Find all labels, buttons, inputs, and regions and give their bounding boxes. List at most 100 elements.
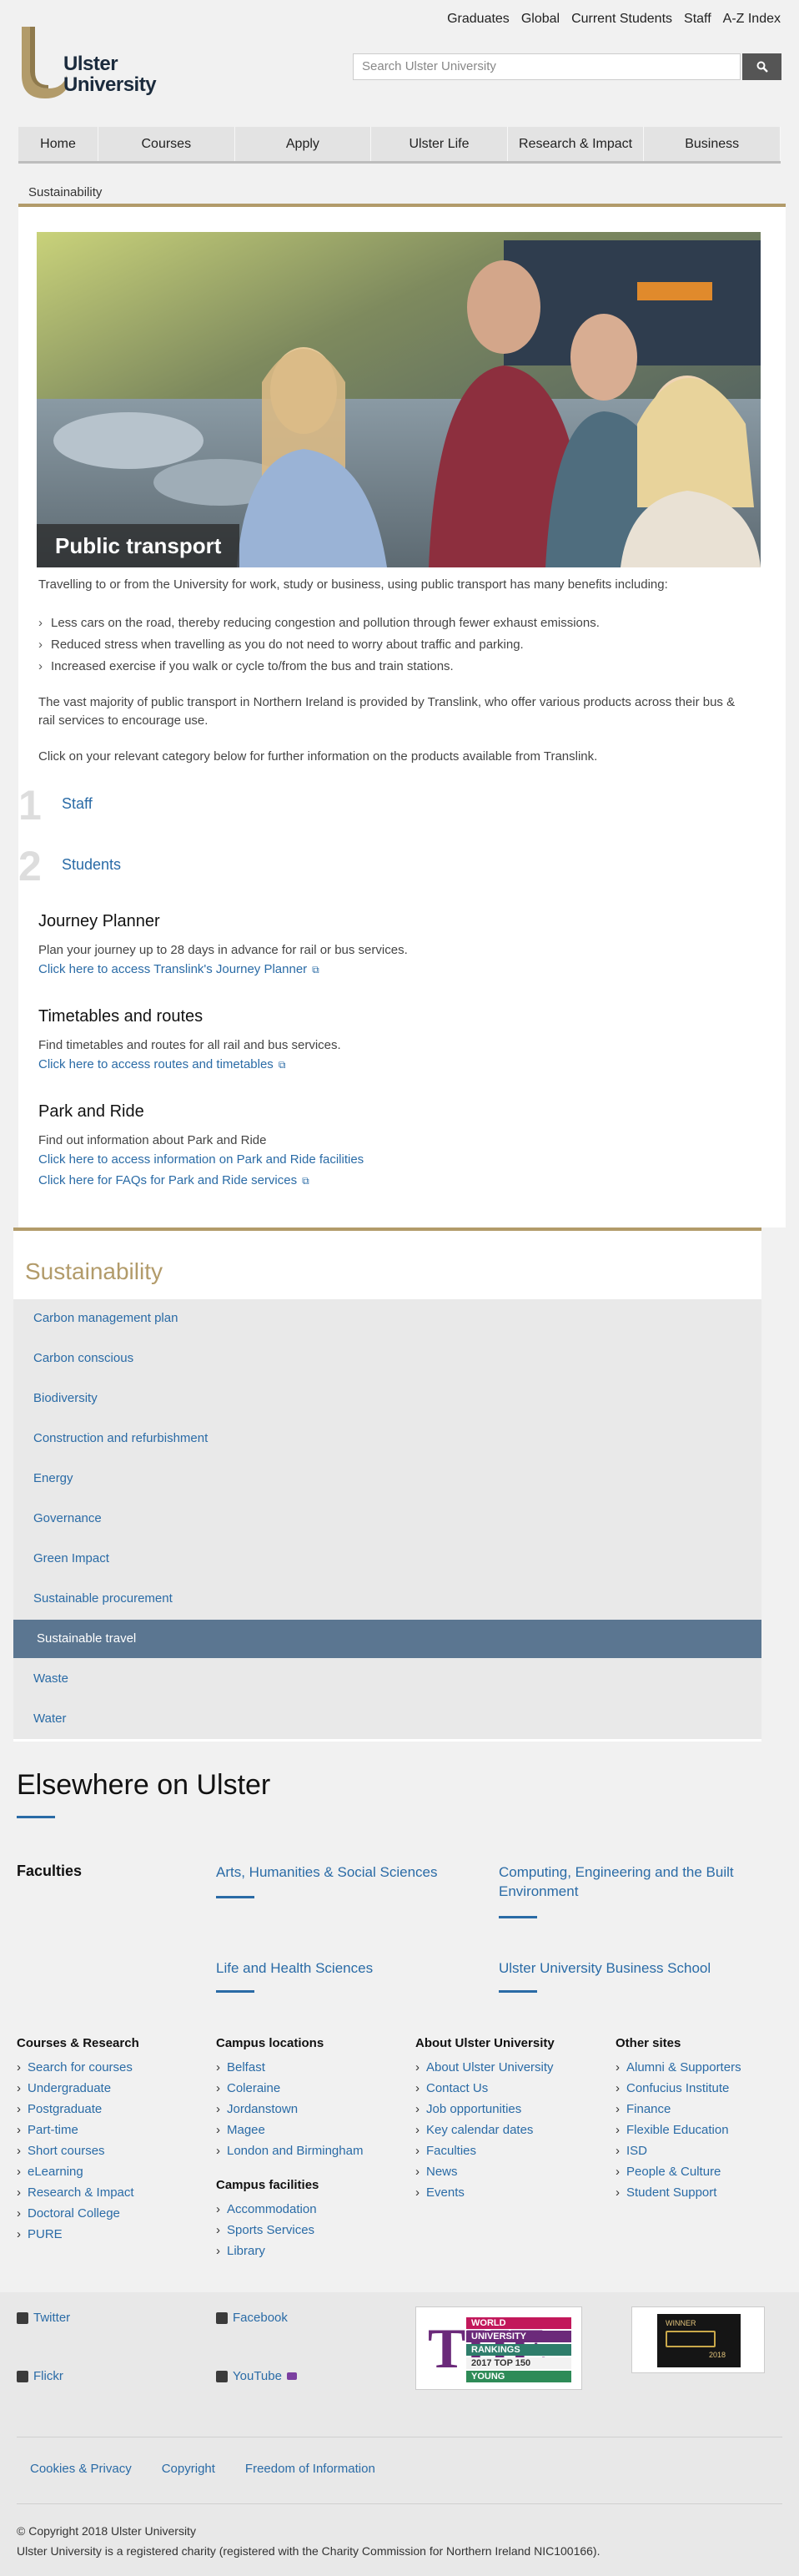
list-item[interactable]: Research & Impact [17, 2182, 134, 2203]
list-item[interactable]: Part-time [17, 2120, 134, 2140]
nav-apply[interactable]: Apply [235, 127, 372, 161]
award-badge-year: 2018 [709, 2351, 726, 2359]
list-item[interactable]: Short courses [17, 2140, 134, 2161]
breadcrumb[interactable]: Sustainability [28, 185, 102, 199]
faculty-computing[interactable]: Computing, Engineering and the Built Env… [499, 1863, 766, 1901]
list-item[interactable]: Confucius Institute [616, 2078, 741, 2099]
list-item[interactable]: Magee [216, 2120, 363, 2140]
hero-image [37, 232, 761, 567]
faculty-business-school[interactable]: Ulster University Business School [499, 1958, 766, 1978]
menu-item-biodiversity[interactable]: Biodiversity [13, 1379, 761, 1418]
flickr-link[interactable]: Flickr [17, 2369, 63, 2383]
menu-item-sustainable-travel[interactable]: Sustainable travel [13, 1620, 761, 1658]
list-item[interactable]: Postgraduate [17, 2099, 134, 2120]
youtube-play-icon [286, 2372, 297, 2380]
other-sites-heading: Other sites [616, 2036, 681, 2050]
list-item[interactable]: Undergraduate [17, 2078, 134, 2099]
list-item[interactable]: Jordanstown [216, 2099, 363, 2120]
list-item[interactable]: Accommodation [216, 2199, 317, 2220]
award-the-icon [666, 2331, 716, 2347]
flickr-icon [17, 2370, 28, 2382]
timetables-link[interactable]: Click here to access routes and timetabl… [38, 1057, 285, 1071]
list-item[interactable]: Key calendar dates [415, 2120, 554, 2140]
elsewhere-heading: Elsewhere on Ulster [17, 1769, 271, 1801]
park-ride-facilities-link[interactable]: Click here to access information on Park… [38, 1152, 364, 1167]
the-badge-line2: UNIVERSITY [471, 2332, 527, 2342]
campus-locations-list: Belfast Coleraine Jordanstown Magee Lond… [216, 2057, 363, 2161]
ulster-logo[interactable]: Ulster University [18, 23, 160, 103]
site-header: Ulster University Graduates Global Curre… [0, 0, 799, 110]
link-global[interactable]: Global [521, 12, 560, 27]
twitter-link[interactable]: Twitter [17, 2311, 70, 2325]
list-item[interactable]: Search for courses [17, 2057, 134, 2078]
list-item[interactable]: About Ulster University [415, 2057, 554, 2078]
faculty-underline [216, 1896, 254, 1898]
cookies-privacy-link[interactable]: Cookies & Privacy [30, 2462, 132, 2476]
faculty-underline [499, 1990, 537, 1993]
list-item[interactable]: Faculties [415, 2140, 554, 2161]
list-item[interactable]: eLearning [17, 2161, 134, 2182]
copyright-link[interactable]: Copyright [162, 2462, 215, 2476]
nav-home[interactable]: Home [18, 127, 98, 161]
link-graduates[interactable]: Graduates [447, 12, 510, 27]
list-item[interactable]: Doctoral College [17, 2203, 134, 2224]
faculty-life-health[interactable]: Life and Health Sciences [216, 1958, 483, 1978]
list-item[interactable]: PURE [17, 2224, 134, 2245]
the-badge-line5: YOUNG [471, 2372, 505, 2382]
nav-business[interactable]: Business [644, 127, 781, 161]
menu-item-green-impact[interactable]: Green Impact [13, 1540, 761, 1578]
freedom-of-information-link[interactable]: Freedom of Information [245, 2462, 375, 2476]
list-item[interactable]: Finance [616, 2099, 741, 2120]
benefits-list: Less cars on the road, thereby reducing … [38, 612, 600, 678]
facebook-link[interactable]: Facebook [216, 2311, 288, 2325]
search-icon [756, 61, 768, 73]
the-rankings-badge[interactable]: THE WORLD UNIVERSITY RANKINGS 2017 TOP 1… [415, 2306, 582, 2390]
sustainability-title[interactable]: Sustainability [25, 1258, 163, 1285]
youtube-link[interactable]: YouTube [216, 2369, 297, 2383]
search-input[interactable]: Search Ulster University [353, 53, 741, 80]
menu-item-construction[interactable]: Construction and refurbishment [13, 1419, 761, 1458]
search-button[interactable] [742, 53, 781, 80]
list-item[interactable]: Belfast [216, 2057, 363, 2078]
menu-item-governance[interactable]: Governance [13, 1500, 761, 1538]
list-item[interactable]: ISD [616, 2140, 741, 2161]
nav-ulster-life[interactable]: Ulster Life [371, 127, 508, 161]
footer-divider [17, 2503, 782, 2504]
list-item[interactable]: Job opportunities [415, 2099, 554, 2120]
list-item[interactable]: London and Birmingham [216, 2140, 363, 2161]
menu-item-sustainable-procurement[interactable]: Sustainable procurement [13, 1580, 761, 1618]
list-item[interactable]: News [415, 2161, 554, 2182]
park-ride-faq-link[interactable]: Click here for FAQs for Park and Ride se… [38, 1173, 309, 1187]
hero-title: Public transport [37, 524, 240, 567]
list-item[interactable]: Contact Us [415, 2078, 554, 2099]
menu-item-carbon-conscious[interactable]: Carbon conscious [13, 1339, 761, 1378]
other-sites-list: Alumni & Supporters Confucius Institute … [616, 2057, 741, 2203]
list-item[interactable]: Events [415, 2182, 554, 2203]
menu-item-carbon-management-plan[interactable]: Carbon management plan [13, 1299, 761, 1338]
link-current-students[interactable]: Current Students [571, 12, 672, 27]
facebook-icon [216, 2311, 228, 2324]
charity-text: Ulster University is a registered charit… [17, 2544, 601, 2558]
journey-planner-link[interactable]: Click here to access Translink's Journey… [38, 962, 319, 976]
list-item[interactable]: Alumni & Supporters [616, 2057, 741, 2078]
award-badge[interactable]: WINNER 2018 [631, 2306, 765, 2373]
about-heading: About Ulster University [415, 2036, 555, 2050]
list-item[interactable]: Sports Services [216, 2220, 317, 2241]
menu-item-waste[interactable]: Waste [13, 1660, 761, 1698]
list-item[interactable]: Flexible Education [616, 2120, 741, 2140]
journey-planner-heading: Journey Planner [38, 912, 160, 930]
sustainability-menu: Carbon management plan Carbon conscious … [13, 1299, 761, 1739]
campus-locations-heading: Campus locations [216, 2036, 324, 2050]
list-item[interactable]: People & Culture [616, 2161, 741, 2182]
nav-research-impact[interactable]: Research & Impact [508, 127, 645, 161]
link-a-z-index[interactable]: A-Z Index [723, 12, 781, 27]
menu-item-water[interactable]: Water [13, 1700, 761, 1738]
list-item[interactable]: Coleraine [216, 2078, 363, 2099]
nav-courses[interactable]: Courses [98, 127, 235, 161]
link-staff[interactable]: Staff [684, 12, 711, 27]
logo-mark-icon [22, 27, 67, 98]
list-item[interactable]: Library [216, 2241, 317, 2261]
faculty-arts[interactable]: Arts, Humanities & Social Sciences [216, 1863, 483, 1882]
list-item[interactable]: Student Support [616, 2182, 741, 2203]
menu-item-energy[interactable]: Energy [13, 1459, 761, 1498]
